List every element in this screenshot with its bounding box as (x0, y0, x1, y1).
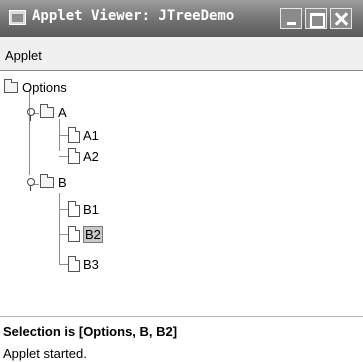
folder-icon (4, 78, 18, 93)
title-bar: Applet Viewer: JTreeDemo (0, 0, 363, 37)
file-icon (68, 226, 80, 242)
tree-node-label: B (58, 174, 67, 190)
tree-line (59, 156, 68, 157)
tree-node-label: B2 (83, 225, 103, 243)
tree-node-b[interactable]: B (40, 172, 67, 192)
close-button[interactable] (330, 8, 352, 29)
tree-line (59, 264, 68, 265)
tree-node-label: B1 (83, 201, 99, 217)
expand-handle-icon[interactable] (27, 178, 36, 191)
file-icon (68, 201, 80, 217)
selection-label: Selection is [Options, B, B2] (3, 324, 178, 339)
tree-node-label: A2 (83, 148, 99, 164)
menu-applet[interactable]: Applet (5, 48, 42, 63)
folder-icon (40, 103, 54, 118)
status-bar: Applet started. (3, 346, 87, 361)
tree-node-a2[interactable]: A2 (68, 146, 99, 166)
tree-node-label: A1 (83, 127, 99, 143)
tree-line (59, 135, 68, 136)
tree-node-a[interactable]: A (40, 102, 67, 122)
folder-icon (40, 173, 54, 188)
tree-line (59, 234, 68, 235)
tree-node-label: A (58, 104, 67, 120)
tree-node-a1[interactable]: A1 (68, 125, 99, 145)
status-area: Selection is [Options, B, B2] Applet sta… (0, 316, 363, 362)
tree-node-label: Options (22, 79, 67, 95)
app-icon[interactable] (9, 10, 26, 25)
tree-node-label: B3 (83, 256, 99, 272)
tree-node-b2[interactable]: B2 (68, 224, 103, 244)
file-icon (68, 256, 80, 272)
tree-line (59, 193, 60, 265)
file-icon (68, 127, 80, 143)
tree-line (29, 89, 30, 175)
maximize-button[interactable] (305, 8, 327, 29)
menu-bar: Applet (0, 37, 363, 71)
minimize-button[interactable] (280, 8, 302, 29)
window-title: Applet Viewer: JTreeDemo (32, 8, 235, 24)
file-icon (68, 148, 80, 164)
tree-view[interactable]: Options A A1 A2 B B1 B2 B3 (0, 71, 363, 316)
tree-node-b1[interactable]: B1 (68, 199, 99, 219)
tree-line (59, 209, 68, 210)
tree-node-b3[interactable]: B3 (68, 254, 99, 274)
tree-node-options[interactable]: Options (4, 77, 67, 97)
expand-handle-icon[interactable] (27, 108, 36, 121)
